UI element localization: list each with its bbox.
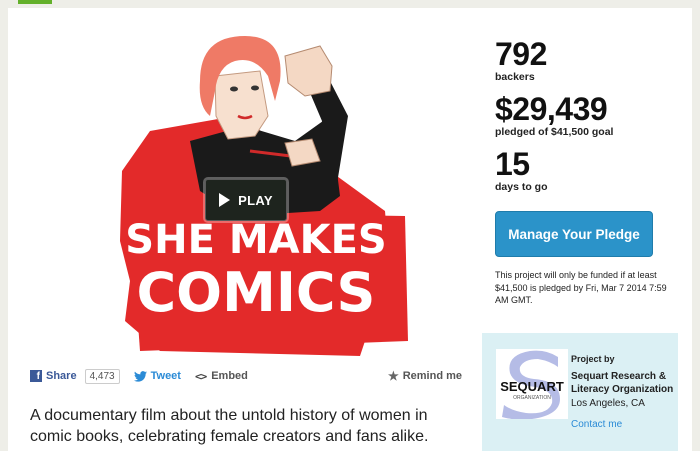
code-brackets-icon: <>: [194, 369, 207, 383]
backers-count: 792: [495, 36, 547, 72]
tweet-button[interactable]: Tweet: [133, 370, 181, 382]
poster-title-line1: SHE MAKES: [125, 217, 386, 263]
play-icon: [219, 193, 231, 207]
creator-info: Project by Sequart Research & Literacy O…: [571, 354, 676, 430]
project-stats: 792 backers $29,439 pledged of $41,500 g…: [495, 38, 675, 193]
share-bar: f Share 4,473 Tweet <> Embed ★ Remind me: [30, 366, 462, 386]
sequart-logo[interactable]: SEQUART ORGANIZATION: [496, 349, 568, 419]
project-by-heading: Project by: [571, 354, 615, 364]
days-count: 15: [495, 146, 530, 182]
facebook-share-count: 4,473: [84, 368, 120, 384]
twitter-bird-icon: [133, 370, 147, 382]
backers-label: backers: [495, 71, 535, 83]
facebook-share-button[interactable]: f Share 4,473: [30, 368, 120, 384]
embed-label: Embed: [211, 370, 248, 382]
facebook-icon: f: [30, 370, 42, 382]
tweet-label: Tweet: [150, 370, 181, 382]
star-icon: ★: [387, 369, 399, 383]
creator-location[interactable]: Los Angeles, CA: [571, 398, 676, 409]
backers-stat: 792 backers: [495, 38, 675, 83]
creator-name[interactable]: Sequart Research & Literacy Organization: [571, 370, 676, 396]
remind-me-label: Remind me: [402, 370, 462, 382]
days-stat: 15 days to go: [495, 148, 675, 193]
facebook-share-label: Share: [46, 370, 77, 382]
contact-me-link[interactable]: Contact me: [571, 419, 676, 430]
manage-pledge-button[interactable]: Manage Your Pledge: [495, 211, 653, 257]
embed-button[interactable]: <> Embed: [195, 370, 248, 383]
top-accent-bar: [18, 0, 52, 4]
days-label: days to go: [495, 181, 548, 193]
play-label: PLAY: [238, 192, 273, 208]
pledged-stat: $29,439 pledged of $41,500 goal: [495, 93, 675, 138]
pledged-amount: $29,439: [495, 91, 608, 127]
project-card: SHE MAKES COMICS PLAY f Share 4,473 Twee…: [8, 8, 692, 451]
pledged-goal-label: pledged of $41,500 goal: [495, 126, 614, 138]
creator-box: SEQUART ORGANIZATION Project by Sequart …: [482, 333, 678, 451]
logo-subtext: ORGANIZATION: [513, 395, 551, 401]
remind-me-button[interactable]: ★ Remind me: [388, 369, 462, 383]
logo-wordmark: SEQUART: [500, 379, 564, 394]
play-button[interactable]: PLAY: [205, 179, 287, 221]
poster-title-line2: COMICS: [137, 261, 376, 324]
funding-note: This project will only be funded if at l…: [495, 270, 667, 305]
project-blurb: A documentary film about the untold hist…: [30, 407, 429, 445]
project-video[interactable]: SHE MAKES COMICS PLAY: [30, 21, 460, 361]
